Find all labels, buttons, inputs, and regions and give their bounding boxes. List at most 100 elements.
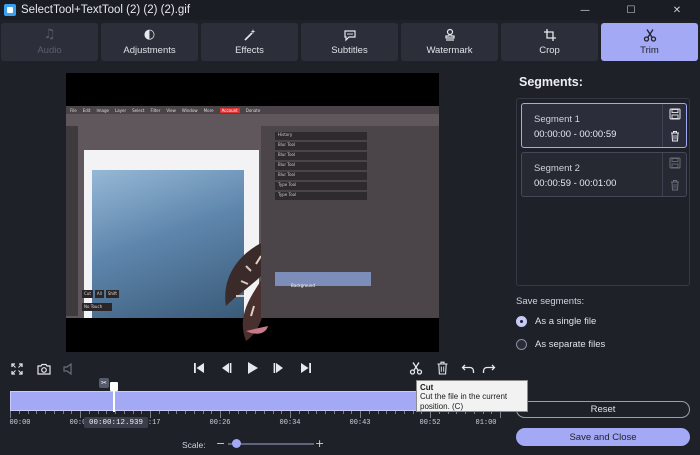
tab-subtitles[interactable]: Subtitles [301,23,398,61]
radio-single-file[interactable]: As a single file [516,316,596,327]
close-button[interactable]: ✕ [654,0,700,20]
tab-label: Audio [37,45,62,56]
segment-name: Segment 1 [534,114,580,125]
ruler-tick [343,411,344,414]
preview-side-panel: History Blur Tool Blur Tool Blur Tool Bl… [261,126,439,318]
preview-menu-item: Window [181,107,198,113]
preview-menu-item: More [203,107,214,113]
skip-to-start-icon[interactable] [192,361,206,375]
maximize-button[interactable]: ☐ [608,0,654,20]
ruler-tick [36,411,37,414]
preview-menu-item: Donate [245,107,261,113]
ruler-tick [133,411,134,414]
window-title: SelectTool+TextTool (2) (2) (2).gif [21,4,191,16]
cut-scissors-icon[interactable] [408,360,424,376]
ruler-tick [395,411,396,414]
ruler-tick [290,411,291,418]
ruler-tick [325,411,326,414]
ruler-tick [80,411,81,418]
ruler-tick [89,411,90,414]
tab-watermark[interactable]: Watermark [401,23,498,61]
preview-toolbar [66,126,78,316]
ruler-tick [500,411,501,418]
preview-menu-item: Layer [114,107,127,113]
ruler-tick [264,411,265,414]
trash-icon[interactable] [669,176,681,195]
preview-layer: Background [275,272,371,288]
preview-panel-row: Type Tool [275,192,367,200]
save-and-close-button[interactable]: Save and Close [516,428,690,446]
fullscreen-icon[interactable] [10,362,24,376]
play-icon[interactable] [245,360,260,376]
undo-icon[interactable] [460,360,476,376]
scale-slider-thumb[interactable] [232,439,241,448]
segments-title: Segments: [519,75,583,89]
tab-audio[interactable]: ♫ Audio [1,23,98,61]
tab-adjustments[interactable]: ◐ Adjustments [101,23,198,61]
save-segments-label: Save segments: [516,296,585,307]
ruler-tick [351,411,352,414]
ruler-tick [211,411,212,414]
preview-panel-row: Blur Tool [275,142,367,150]
radio-label: As a single file [535,316,597,327]
tab-label: Adjustments [123,45,176,56]
ruler-tick [203,411,204,414]
radio-indicator[interactable] [516,339,527,350]
minimize-button[interactable]: — [562,0,608,20]
preview-menu-item: View [166,107,176,113]
ruler-tick [185,411,186,414]
radio-label: As separate files [535,339,606,350]
ruler-tick [220,411,221,418]
stamp-icon [443,28,457,42]
preview-panel-row: Type Tool [275,182,367,190]
ruler-tick [106,411,107,414]
save-icon[interactable] [669,105,681,124]
segment-item-1[interactable]: Segment 1 00:00:00 - 00:00:59 [521,103,687,148]
trash-icon[interactable] [669,127,681,146]
preview-menu-item: Image [96,107,109,113]
preview-popup-item: Shift [105,290,119,298]
preview-popup-item: Cut [82,290,93,298]
editor-tabs: ♫ Audio ◐ Adjustments Effects Subtitles … [0,23,700,63]
reset-button[interactable]: Reset [516,401,690,418]
ruler-tick [404,411,405,414]
ruler-tick [54,411,55,414]
ruler-tick [28,411,29,414]
magic-wand-icon [243,28,257,42]
segment-item-2[interactable]: Segment 2 00:00:59 - 00:01:00 [521,152,687,197]
segment-actions [662,153,686,196]
current-time-display: 00:00:12.939 [84,417,148,428]
redo-icon[interactable] [481,360,497,376]
contrast-icon: ◐ [143,27,156,42]
tooltip-body: Cut the file in the current position. (C… [420,392,508,411]
previous-frame-icon[interactable] [219,361,233,375]
zoom-out-button[interactable]: − [216,437,225,450]
delete-trash-icon[interactable] [434,360,450,376]
scissors-icon [643,28,657,42]
segment-time: 00:00:59 - 00:01:00 [534,178,617,189]
skip-to-end-icon[interactable] [299,361,313,375]
tab-label: Trim [640,45,659,56]
tab-trim[interactable]: Trim [601,23,698,61]
ruler-tick [150,411,151,418]
save-icon[interactable] [669,154,681,173]
ruler-tick [334,411,335,414]
segment-actions [662,104,686,147]
zoom-in-button[interactable]: + [315,437,324,450]
ruler-tick [273,411,274,414]
tab-effects[interactable]: Effects [201,23,298,61]
crop-icon [543,28,557,42]
video-preview: File Edit Image Layer Select Filter View… [66,73,439,352]
next-frame-icon[interactable] [272,361,286,375]
preview-menu-item: Account [219,107,240,113]
volume-icon[interactable] [62,362,76,376]
camera-icon[interactable] [36,362,51,376]
tab-crop[interactable]: Crop [501,23,598,61]
radio-indicator[interactable] [516,316,527,327]
ruler-tick [141,411,142,414]
radio-separate-files[interactable]: As separate files [516,339,605,350]
playhead-handle[interactable] [110,382,118,391]
ruler-tick [281,411,282,414]
ruler-tick [115,411,116,414]
ruler-tick [413,411,414,414]
